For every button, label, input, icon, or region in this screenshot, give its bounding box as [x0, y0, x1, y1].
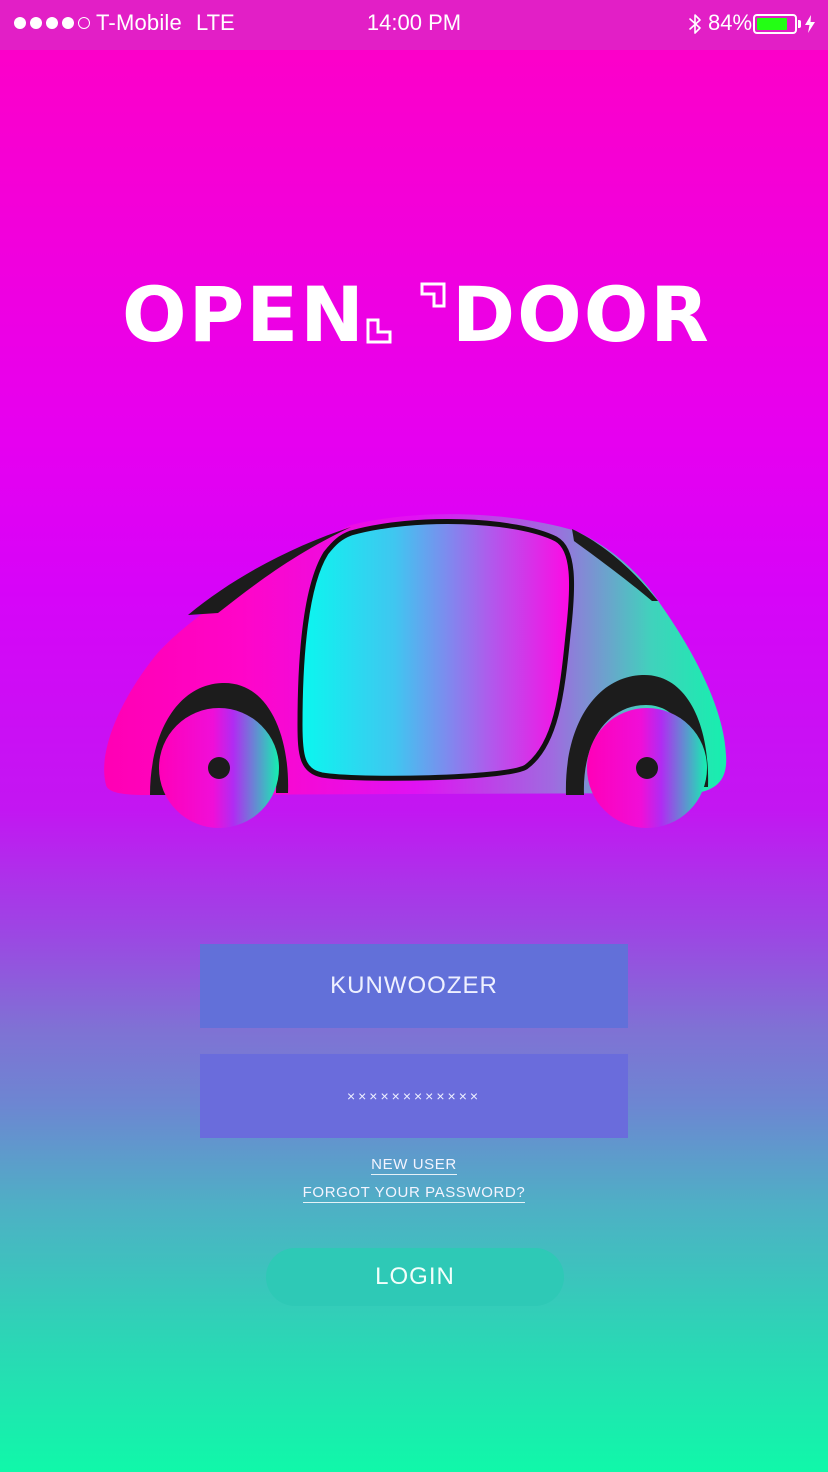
password-field[interactable]: ×××××××××××× — [200, 1054, 628, 1138]
new-user-link[interactable]: NEW USER — [371, 1156, 457, 1175]
logo-corner-mark — [366, 318, 392, 344]
login-button-label: LOGIN — [375, 1263, 455, 1290]
app-logo: OPEN DOOR — [0, 270, 828, 360]
password-value: ×××××××××××× — [346, 1088, 482, 1104]
logo-corner-mark — [420, 282, 446, 308]
logo-word-door: DOOR — [452, 270, 711, 359]
car-door-window — [297, 519, 575, 781]
car-illustration — [104, 514, 727, 828]
charging-icon — [805, 15, 815, 33]
battery-cap — [798, 20, 801, 28]
battery-icon — [753, 14, 797, 34]
status-time: 14:00 PM — [366, 10, 462, 35]
new-user-link-row: NEW USER — [0, 1156, 828, 1175]
username-value: KUNWOOZER — [330, 972, 498, 999]
battery-level-fill — [757, 18, 788, 30]
car-front-wheel-hub — [208, 757, 230, 779]
login-button[interactable]: LOGIN — [266, 1248, 564, 1306]
bluetooth-icon — [689, 14, 701, 34]
battery-percent: 84% — [708, 10, 753, 35]
forgot-password-link[interactable]: FORGOT YOUR PASSWORD? — [302, 1184, 526, 1203]
status-bar: T-Mobile LTE 14:00 PM 84% — [0, 0, 828, 50]
car-rear-wheel-hub — [636, 757, 658, 779]
logo-word-open: OPEN — [122, 270, 366, 359]
forgot-password-link-row: FORGOT YOUR PASSWORD? — [0, 1184, 828, 1203]
username-field[interactable]: KUNWOOZER — [200, 944, 628, 1028]
